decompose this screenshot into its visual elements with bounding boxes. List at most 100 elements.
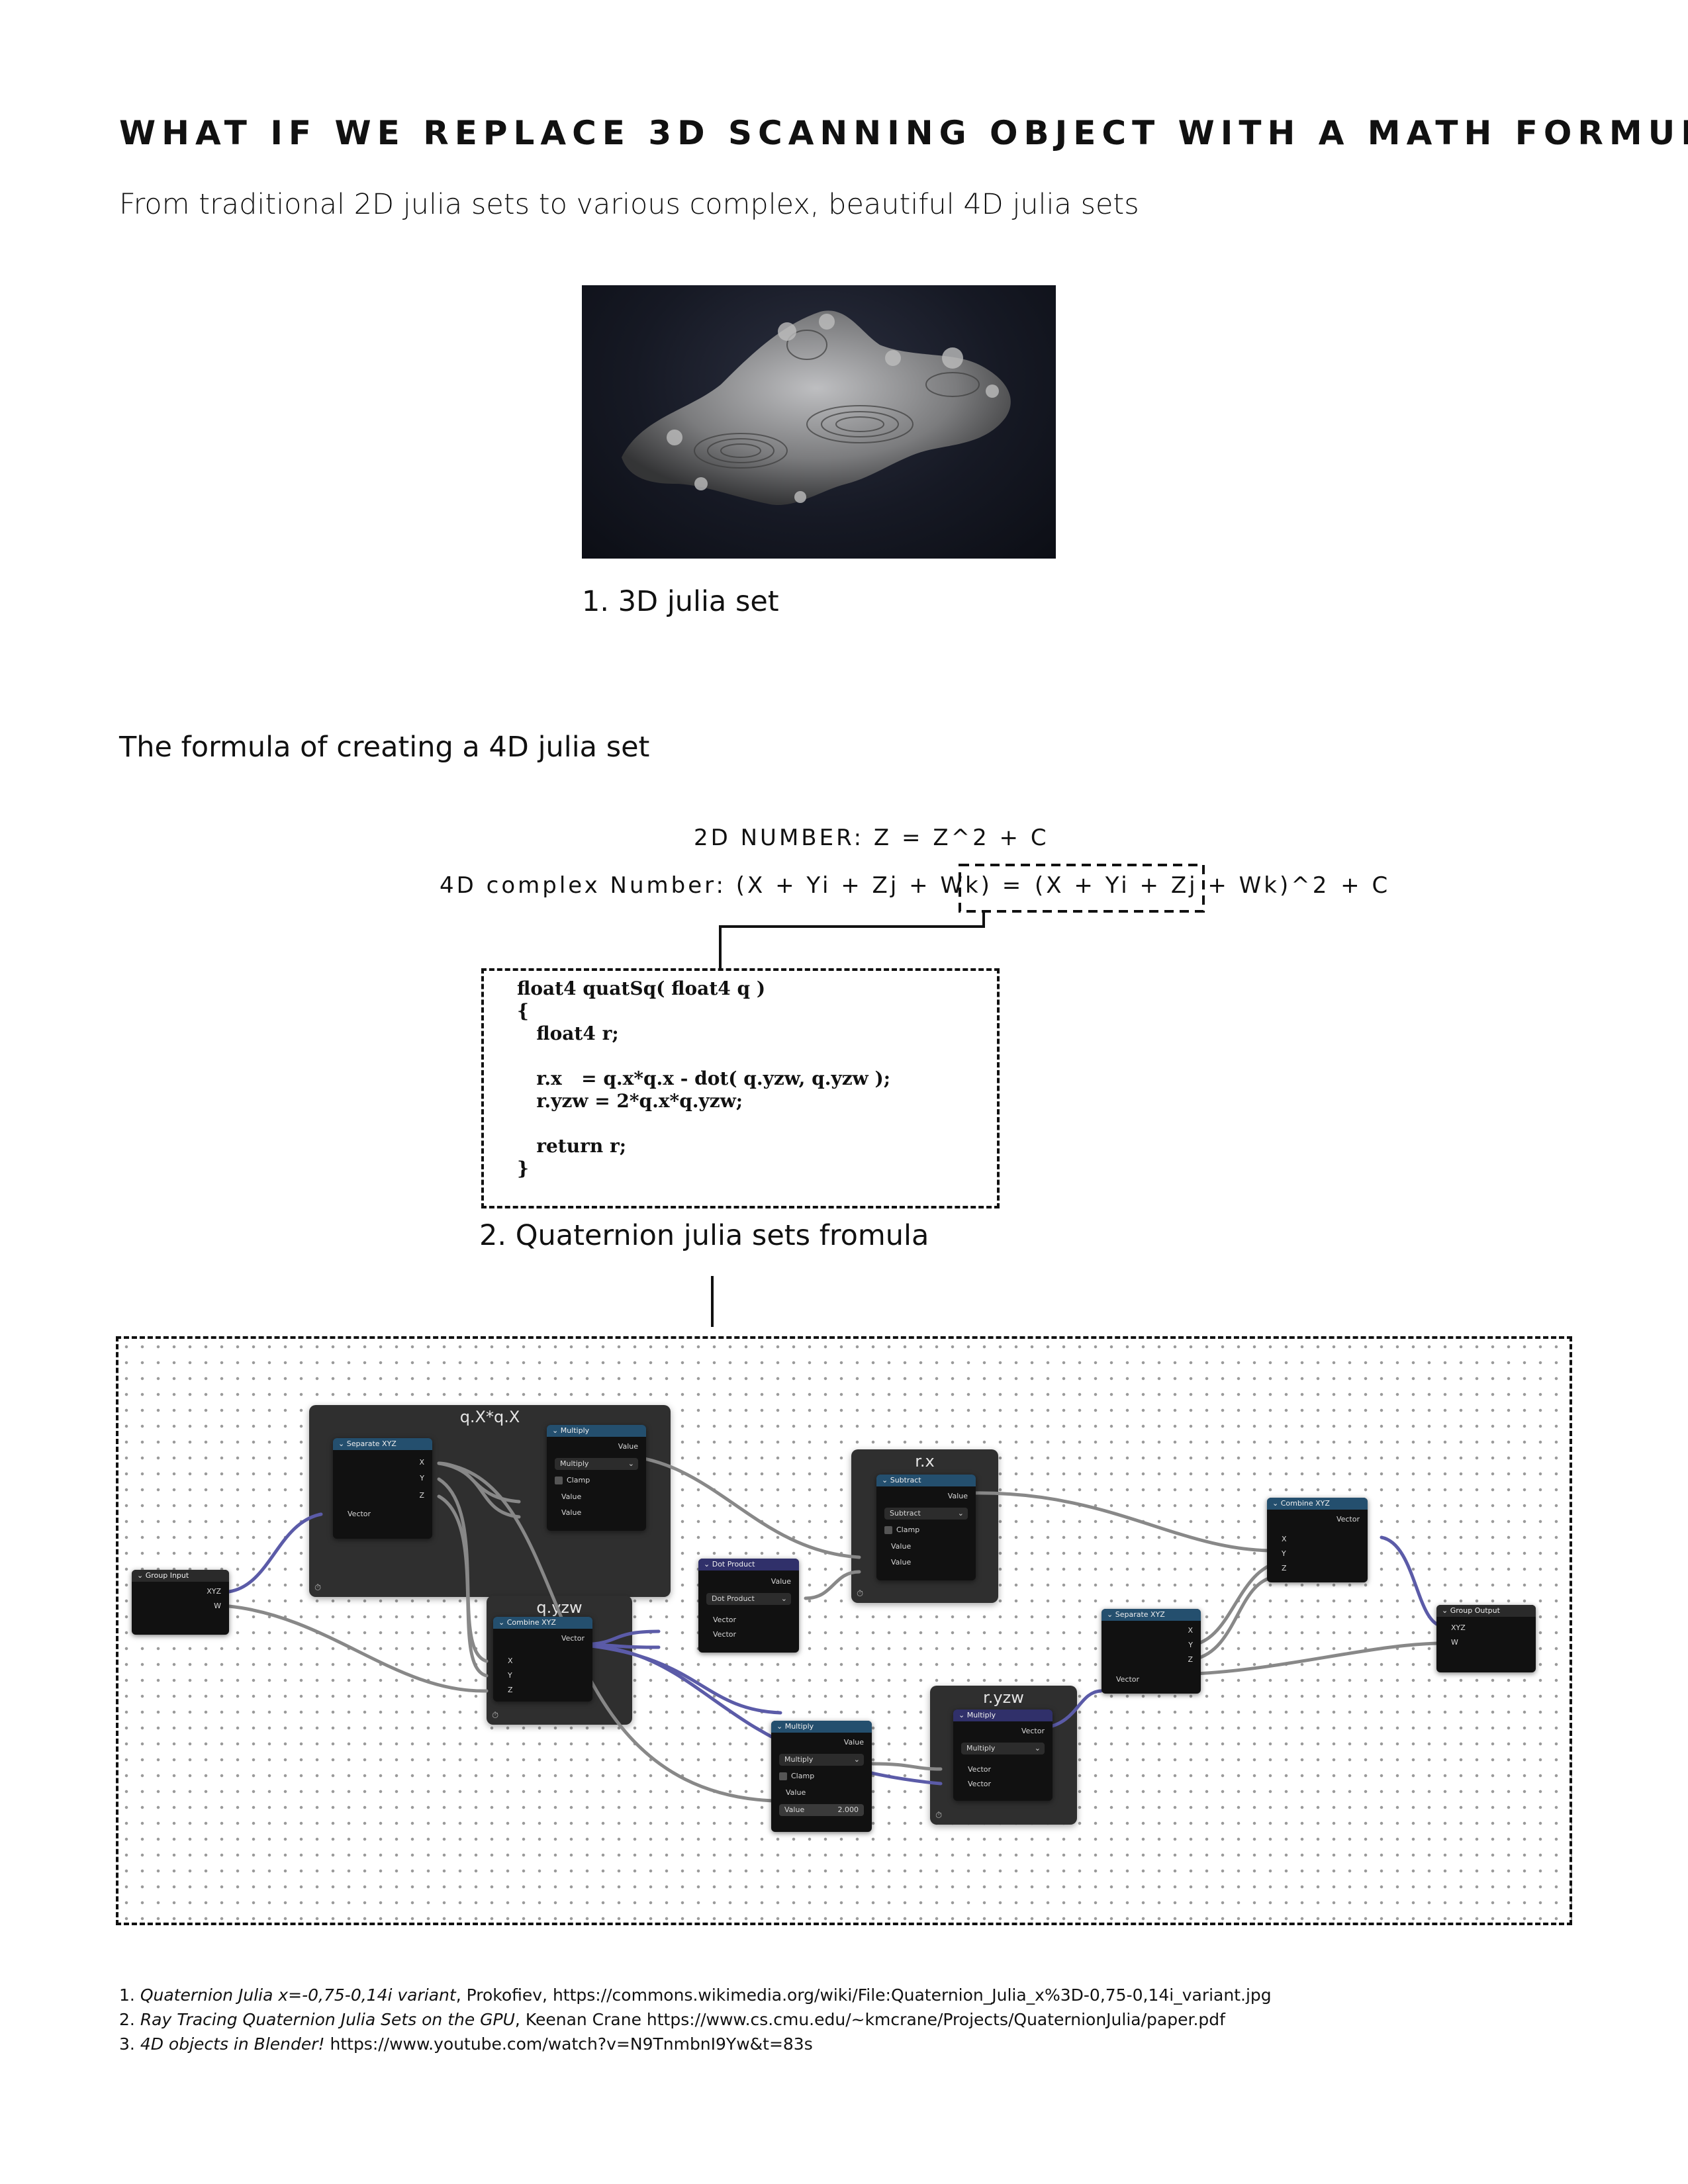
node-multiply-1[interactable]: ⌄ Multiply Value Multiply ⌄ Clamp Value … (547, 1425, 646, 1531)
connector-formula-to-code (719, 911, 985, 968)
node-title: ⌄ Combine XYZ (493, 1617, 592, 1629)
references-list: 1. Quaternion Julia x=-0,75-0,14i varian… (119, 1983, 1272, 2056)
socket-vector[interactable]: Vector (348, 1510, 371, 1518)
socket-x[interactable]: X (1282, 1535, 1287, 1543)
socket-y[interactable]: Y (1188, 1641, 1193, 1649)
node-title-text: Dot Product (712, 1560, 755, 1569)
reference-details: , Keenan Crane https://www.cs.cmu.edu/~k… (514, 2010, 1225, 2029)
node-title-text: Subtract (890, 1476, 921, 1484)
socket-y[interactable]: Y (508, 1671, 512, 1680)
socket-value-in-1[interactable]: Value (891, 1542, 911, 1551)
wire-mult1-to-subtract (615, 1453, 861, 1559)
dropdown-value: Multiply (966, 1744, 996, 1752)
node-title-text: Group Output (1450, 1606, 1500, 1615)
reference-item: 2. Ray Tracing Quaternion Julia Sets on … (119, 2007, 1272, 2032)
operation-dropdown[interactable]: Multiply ⌄ (779, 1754, 864, 1766)
node-combine-xyz-1[interactable]: ⌄ Combine XYZ Vector X Y Z (493, 1617, 592, 1702)
node-graph-panel: q.X*q.X ⏱ q.yzw ⏱ r.x ⏱ r.yzw ⏱ ⌄ Group … (116, 1336, 1572, 1925)
reference-title: 4D objects in Blender! (140, 2034, 325, 2054)
reference-number: 1. (119, 1985, 140, 2005)
clamp-checkbox[interactable] (884, 1526, 892, 1534)
wire-combine-to-mult2 (577, 1643, 782, 1715)
socket-value-out[interactable]: Value (844, 1738, 864, 1747)
value-field[interactable]: Value 2.000 (779, 1804, 864, 1816)
operation-dropdown[interactable]: Multiply ⌄ (961, 1743, 1045, 1754)
clamp-checkbox[interactable] (779, 1772, 787, 1780)
node-title-text: Separate XYZ (346, 1439, 397, 1448)
chevron-down-icon: ⌄ (780, 1594, 787, 1603)
node-dot-product[interactable]: ⌄ Dot Product Value Dot Product ⌄ Vector… (698, 1559, 799, 1653)
node-title: ⌄ Separate XYZ (333, 1438, 432, 1450)
socket-vector-in-2[interactable]: Vector (713, 1630, 736, 1639)
node-group-output[interactable]: ⌄ Group Output XYZ W (1436, 1605, 1536, 1672)
wire-w-to-combine-z (227, 1604, 489, 1693)
node-separate-xyz-2[interactable]: ⌄ Separate XYZ X Y Z Vector (1102, 1609, 1201, 1694)
socket-z[interactable]: Z (1188, 1655, 1193, 1664)
socket-vector-in-1[interactable]: Vector (968, 1765, 991, 1774)
wire-x-to-mult1 (437, 1461, 521, 1504)
socket-vector-out[interactable]: Vector (561, 1634, 585, 1643)
socket-vector-in-1[interactable]: Vector (713, 1615, 736, 1624)
socket-vector-out[interactable]: Vector (1336, 1515, 1360, 1524)
reference-title: Quaternion Julia x=-0,75-0,14i variant (140, 1985, 456, 2005)
node-title: ⌄ Multiply (953, 1709, 1053, 1721)
wire-mult2-to-mult3 (870, 1762, 943, 1771)
socket-z[interactable]: Z (419, 1491, 424, 1500)
node-subtract[interactable]: ⌄ Subtract Value Subtract ⌄ Clamp Value … (876, 1475, 976, 1580)
socket-w[interactable]: W (214, 1602, 221, 1610)
socket-value-in-2[interactable]: Value (561, 1508, 581, 1517)
socket-y[interactable]: Y (1282, 1549, 1286, 1558)
wire-sep2y-to-combine (1192, 1575, 1276, 1661)
wire-dot-to-subtract (804, 1570, 861, 1600)
quaternion-square-code: float4 quatSq( float4 q ) { float4 r; r.… (517, 978, 891, 1179)
wire-combine-to-output (1380, 1535, 1444, 1628)
socket-w[interactable]: W (1451, 1638, 1458, 1647)
socket-value-out[interactable]: Value (948, 1492, 968, 1500)
socket-vector[interactable]: Vector (1116, 1675, 1139, 1684)
socket-xyz[interactable]: XYZ (1451, 1623, 1466, 1632)
clamp-label: Clamp (791, 1772, 815, 1780)
operation-dropdown[interactable]: Dot Product ⌄ (706, 1593, 791, 1605)
dropdown-value: Dot Product (712, 1594, 755, 1603)
socket-vector-out[interactable]: Vector (1021, 1727, 1045, 1735)
socket-value-in[interactable]: Value (786, 1788, 806, 1797)
socket-x[interactable]: X (1188, 1626, 1193, 1635)
chevron-down-icon: ⌄ (853, 1755, 860, 1764)
reference-number: 3. (119, 2034, 140, 2054)
socket-z[interactable]: Z (1282, 1564, 1287, 1572)
node-multiply-2[interactable]: ⌄ Multiply Value Multiply ⌄ Clamp Value … (771, 1721, 872, 1832)
reference-item: 1. Quaternion Julia x=-0,75-0,14i varian… (119, 1983, 1272, 2007)
socket-value-out[interactable]: Value (618, 1442, 638, 1451)
node-title-text: Separate XYZ (1115, 1610, 1165, 1619)
socket-x[interactable]: X (508, 1657, 513, 1665)
node-multiply-3[interactable]: ⌄ Multiply Vector Multiply ⌄ Vector Vect… (953, 1709, 1053, 1801)
node-title: ⌄ Separate XYZ (1102, 1609, 1201, 1621)
operation-dropdown[interactable]: Subtract ⌄ (884, 1508, 968, 1520)
wire-xyz-to-separate (227, 1512, 323, 1594)
chevron-down-icon: ⌄ (628, 1459, 634, 1468)
socket-xyz[interactable]: XYZ (207, 1587, 221, 1596)
node-combine-xyz-2[interactable]: ⌄ Combine XYZ Vector X Y Z (1267, 1498, 1368, 1582)
chevron-down-icon: ⌄ (957, 1509, 964, 1518)
node-group-input[interactable]: ⌄ Group Input XYZ W (132, 1570, 229, 1635)
operation-dropdown[interactable]: Multiply ⌄ (555, 1458, 638, 1470)
value-field-label: Value (784, 1805, 805, 1814)
dropdown-value: Multiply (784, 1755, 814, 1764)
chevron-down-icon: ⌄ (1034, 1744, 1041, 1752)
socket-vector-in-2[interactable]: Vector (968, 1780, 991, 1788)
wire-subtract-to-combine (970, 1491, 1276, 1553)
socket-y[interactable]: Y (420, 1474, 424, 1482)
clamp-checkbox[interactable] (555, 1477, 563, 1484)
socket-value-out[interactable]: Value (771, 1577, 791, 1586)
socket-value-in-2[interactable]: Value (891, 1558, 911, 1567)
socket-z[interactable]: Z (508, 1686, 513, 1694)
node-title: ⌄ Group Output (1436, 1605, 1536, 1617)
node-title-text: Combine XYZ (506, 1618, 556, 1627)
node-title-text: Multiply (784, 1722, 814, 1731)
node-wires (227, 1453, 1444, 1803)
reference-details: , Prokofiev, https://commons.wikimedia.o… (455, 1985, 1272, 2005)
node-separate-xyz-1[interactable]: ⌄ Separate XYZ X Y Z Vector (333, 1438, 432, 1539)
socket-x[interactable]: X (419, 1458, 424, 1467)
socket-value-in-1[interactable]: Value (561, 1492, 581, 1501)
value-field-number: 2.000 (837, 1805, 859, 1814)
